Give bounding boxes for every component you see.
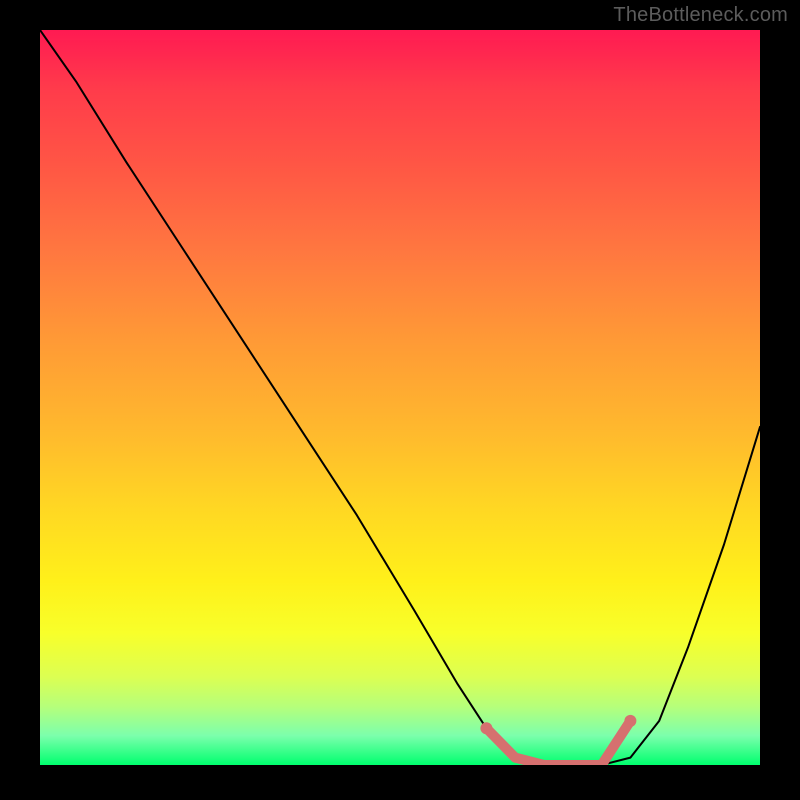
curve-svg <box>40 30 760 765</box>
highlight-end-dot <box>624 715 636 727</box>
plot-area <box>40 30 760 765</box>
chart-frame: TheBottleneck.com <box>0 0 800 800</box>
watermark-label: TheBottleneck.com <box>613 4 788 27</box>
optimal-range-highlight <box>486 721 630 765</box>
bottleneck-curve <box>40 30 760 765</box>
highlight-start-dot <box>480 722 492 734</box>
